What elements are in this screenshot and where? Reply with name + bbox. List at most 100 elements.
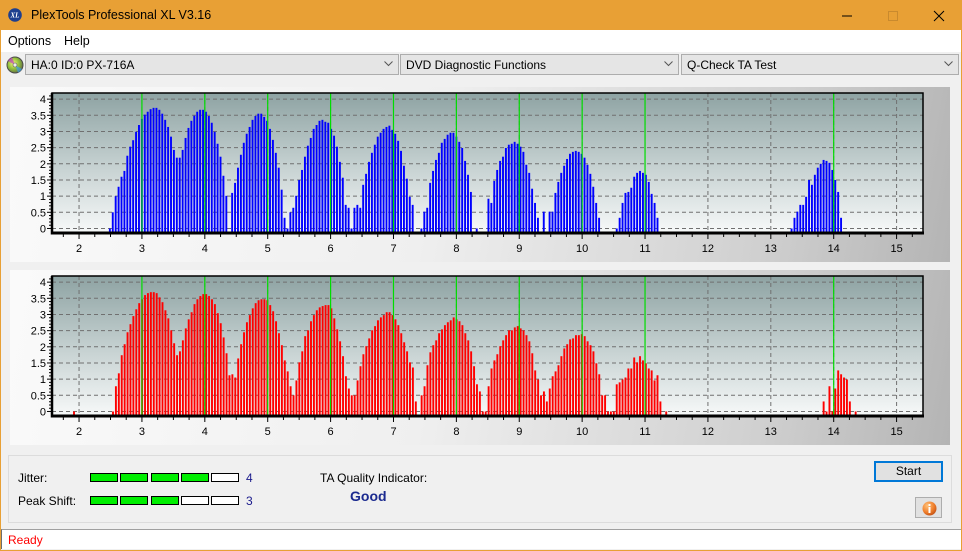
bar xyxy=(196,111,199,233)
bar xyxy=(190,312,193,416)
bar xyxy=(333,318,336,416)
bar xyxy=(371,330,374,416)
bar xyxy=(621,379,624,416)
bar xyxy=(516,143,519,233)
minimize-button[interactable] xyxy=(824,0,870,30)
bar xyxy=(840,374,843,416)
bar xyxy=(522,151,525,233)
bar xyxy=(464,333,467,416)
test-select[interactable]: Q-Check TA Test xyxy=(681,54,959,75)
bar xyxy=(295,380,298,416)
bar xyxy=(659,401,662,416)
bar xyxy=(566,158,569,233)
menu-options[interactable]: Options xyxy=(8,34,51,48)
bar xyxy=(365,346,368,416)
meter-segment-filled xyxy=(120,496,149,505)
chevron-down-icon xyxy=(384,61,393,67)
maximize-button[interactable] xyxy=(870,0,916,30)
menu-help[interactable]: Help xyxy=(64,34,90,48)
bar xyxy=(254,303,257,416)
info-button[interactable] xyxy=(915,497,942,518)
bar xyxy=(571,151,574,233)
bar xyxy=(461,147,464,233)
bar xyxy=(257,300,260,416)
start-button[interactable]: Start xyxy=(874,461,943,482)
bar xyxy=(382,128,385,233)
x-tick-label: 3 xyxy=(139,426,145,438)
bar xyxy=(621,202,624,233)
bar xyxy=(353,395,356,416)
bar xyxy=(275,321,278,416)
bar xyxy=(528,341,531,416)
bar xyxy=(630,187,633,233)
bar xyxy=(286,371,289,416)
maximize-icon xyxy=(888,11,898,21)
bar xyxy=(225,353,228,416)
bar xyxy=(528,172,531,233)
bar xyxy=(443,138,446,233)
bar xyxy=(438,333,441,416)
y-tick-label: 0 xyxy=(40,407,46,419)
y-tick-label: 3.5 xyxy=(31,293,46,305)
bar xyxy=(805,196,808,233)
bar xyxy=(167,318,170,416)
drive-select[interactable]: HA:0 ID:0 PX-716A xyxy=(25,54,399,75)
bar xyxy=(309,137,312,233)
meter-segment-empty xyxy=(211,496,240,505)
bar xyxy=(473,366,476,416)
bar xyxy=(347,207,350,233)
bar xyxy=(292,207,295,233)
disc-icon xyxy=(6,56,24,74)
bar xyxy=(458,321,461,416)
bar xyxy=(234,377,237,416)
bar xyxy=(461,325,464,416)
bar xyxy=(624,192,627,233)
bar xyxy=(129,146,132,233)
bar xyxy=(135,309,138,416)
bar xyxy=(542,391,545,416)
bar xyxy=(117,186,120,233)
bar xyxy=(295,195,298,233)
function-select[interactable]: DVD Diagnostic Functions xyxy=(400,54,679,75)
meter-segment-filled xyxy=(180,473,209,482)
bar xyxy=(114,196,117,233)
bar xyxy=(312,315,315,416)
bar xyxy=(834,388,837,416)
bottom-histogram-chart: 0 0.5 1 1.5 2 2.5 3 3.5 4 2 3 4 5 6 7 8 9 10 11 12 13 14 15 xyxy=(31,275,924,438)
bar xyxy=(190,120,193,233)
bar xyxy=(333,135,336,233)
bar xyxy=(411,204,414,233)
bar xyxy=(277,167,280,233)
bar xyxy=(525,335,528,416)
bar xyxy=(321,306,324,416)
bar xyxy=(796,211,799,233)
bar xyxy=(304,336,307,416)
bar xyxy=(365,173,368,233)
status-bar: Ready xyxy=(1,529,961,549)
jitter-label: Jitter: xyxy=(18,471,48,485)
bar xyxy=(344,376,347,416)
bar xyxy=(545,401,548,416)
minimize-icon xyxy=(842,15,852,17)
bar xyxy=(315,310,318,416)
ta-quality-value: Good xyxy=(350,488,387,504)
bar xyxy=(551,211,554,233)
bar xyxy=(432,345,435,416)
bar xyxy=(342,356,344,416)
bar xyxy=(245,322,248,416)
bar xyxy=(388,312,391,416)
bar xyxy=(248,315,251,416)
bar xyxy=(146,293,149,416)
bar xyxy=(837,191,840,233)
status-text: Ready xyxy=(8,533,43,547)
bar xyxy=(368,161,370,233)
meter-segment-filled xyxy=(120,473,149,482)
bar xyxy=(237,167,239,233)
bar xyxy=(408,196,411,233)
close-button[interactable] xyxy=(916,0,962,30)
bar xyxy=(647,181,650,233)
bar xyxy=(202,109,204,233)
bar xyxy=(467,174,469,233)
bar xyxy=(522,330,525,416)
y-tick-label: 2.5 xyxy=(31,143,46,155)
